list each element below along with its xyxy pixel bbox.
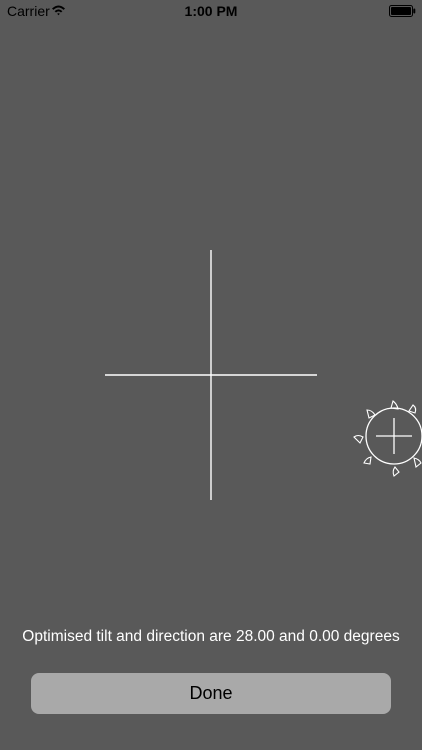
result-message: Optimised tilt and direction are 28.00 a… — [22, 628, 400, 645]
battery-icon — [389, 5, 416, 17]
crosshair-icon — [105, 250, 317, 500]
done-button[interactable]: Done — [31, 673, 391, 714]
sun-icon[interactable] — [351, 396, 422, 478]
status-time: 1:00 PM — [184, 3, 238, 19]
done-button-label: Done — [189, 683, 233, 703]
screen: Carrier 1:00 PM Optimised tilt and direc… — [0, 0, 422, 750]
status-bar: Carrier 1:00 PM — [0, 0, 422, 22]
